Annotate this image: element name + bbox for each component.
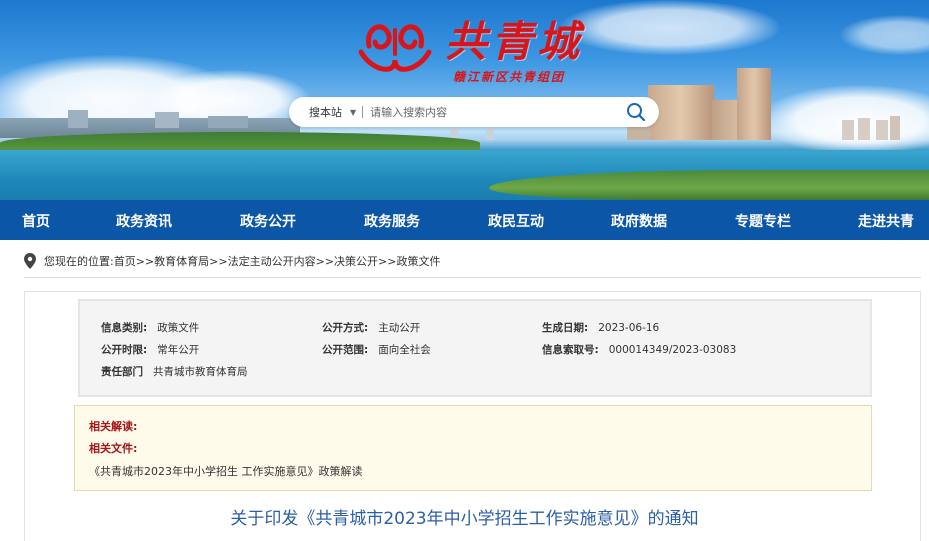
- meta-value: 面向全社会: [378, 344, 431, 356]
- search-bar: 搜本站 ▼: [289, 97, 659, 127]
- meta-open-method: 公开方式: 主动公开: [322, 320, 420, 335]
- logo-title: 共青城: [445, 17, 584, 66]
- search-button[interactable]: [621, 97, 651, 127]
- meta-label: 信息索取号:: [542, 344, 599, 356]
- meta-value: 000014349/2023-03083: [608, 344, 737, 356]
- meta-value: 共青城市教育体育局: [153, 366, 248, 378]
- nav-item-data[interactable]: 政府数据: [611, 211, 667, 231]
- tower: [842, 120, 854, 140]
- search-input[interactable]: [370, 105, 621, 119]
- related-interpretation-label: 相关解读:: [89, 420, 138, 433]
- nav-item-about[interactable]: 走进共青: [858, 211, 914, 231]
- building: [68, 110, 88, 128]
- nav-item-interaction[interactable]: 政民互动: [488, 211, 544, 231]
- related-interpretation-link[interactable]: 《共青城市2023年中小学招生 工作实施意见》政策解读: [89, 463, 363, 479]
- logo-subtitle: 赣江新区共青组团: [453, 70, 566, 84]
- breadcrumb-item-decision-disclosure[interactable]: 决策公开: [334, 253, 378, 269]
- meta-info-type: 信息类别: 政策文件: [101, 320, 199, 335]
- breadcrumb-item-policy-documents[interactable]: 政策文件: [396, 253, 440, 269]
- building: [155, 112, 179, 128]
- meta-label: 公开方式:: [322, 322, 369, 334]
- meta-open-scope: 公开范围: 面向全社会: [322, 342, 431, 357]
- search-divider: [362, 106, 364, 118]
- search-scope-select[interactable]: 搜本站 ▼: [289, 104, 356, 120]
- chevron-down-icon: ▼: [350, 107, 357, 117]
- site-logo: 共青城 赣江新区共青组团: [355, 8, 595, 88]
- meta-value: 2023-06-16: [598, 322, 660, 334]
- breadcrumb-item-statutory-disclosure[interactable]: 法定主动公开内容: [228, 253, 316, 269]
- breadcrumb-separator: >>: [378, 254, 397, 268]
- tower: [858, 118, 870, 140]
- tower: [890, 116, 900, 140]
- meta-department: 责任部门 共青城市教育体育局: [101, 364, 248, 379]
- cloud: [840, 15, 929, 55]
- document-meta-box: 信息类别: 政策文件 公开方式: 主动公开 生成日期: 2023-06-16 公开时限…: [78, 299, 872, 397]
- document-title: 关于印发《共青城市2023年中小学招生工作实施意见》的通知: [230, 509, 699, 529]
- main-nav: 首页 政务资讯 政务公开 政务服务 政民互动 政府数据 专题专栏 走进共青: [0, 200, 929, 240]
- meta-value: 常年公开: [157, 344, 200, 356]
- logo-emblem-icon: [358, 24, 432, 72]
- meta-label: 信息类别:: [101, 322, 148, 334]
- nav-item-open-government[interactable]: 政务公开: [240, 211, 296, 231]
- meta-label: 生成日期:: [542, 322, 589, 334]
- breadcrumb-prefix: 您现在的位置:: [44, 255, 114, 268]
- meta-open-period: 公开时限: 常年公开: [101, 342, 199, 357]
- breadcrumb-separator: >>: [209, 254, 228, 268]
- search-icon: [627, 103, 646, 122]
- breadcrumb-item-education-bureau[interactable]: 教育体育局: [154, 253, 209, 269]
- header-banner: 共青城 赣江新区共青组团 搜本站 ▼: [0, 0, 929, 200]
- search-scope-label: 搜本站: [309, 106, 342, 119]
- location-pin-icon: [24, 253, 36, 269]
- related-box: 相关解读: 相关文件: 《共青城市2023年中小学招生 工作实施意见》政策解读: [74, 405, 872, 491]
- meta-gen-date: 生成日期: 2023-06-16: [542, 320, 659, 335]
- nav-item-news[interactable]: 政务资讯: [116, 211, 172, 231]
- meta-label: 责任部门: [101, 366, 143, 378]
- meta-index-no: 信息索取号: 000014349/2023-03083: [542, 342, 736, 357]
- breadcrumb-separator: >>: [315, 254, 335, 268]
- meta-label: 公开范围:: [322, 344, 369, 356]
- nav-item-home[interactable]: 首页: [22, 211, 50, 231]
- nav-item-topics[interactable]: 专题专栏: [735, 211, 791, 231]
- tower: [737, 68, 771, 140]
- meta-label: 公开时限:: [101, 344, 148, 356]
- meta-value: 政策文件: [157, 322, 200, 334]
- breadcrumb-divider: [24, 277, 921, 278]
- nav-item-services[interactable]: 政务服务: [364, 211, 420, 231]
- tower: [876, 120, 888, 140]
- breadcrumb-separator: >>: [135, 254, 155, 268]
- breadcrumb-item-home[interactable]: 首页: [114, 253, 136, 269]
- building: [208, 116, 248, 128]
- breadcrumb: 您现在的位置: 首页 >> 教育体育局 >> 法定主动公开内容 >> 决策公开 …: [24, 253, 440, 269]
- related-files-label: 相关文件:: [89, 442, 138, 455]
- meta-value: 主动公开: [378, 322, 421, 334]
